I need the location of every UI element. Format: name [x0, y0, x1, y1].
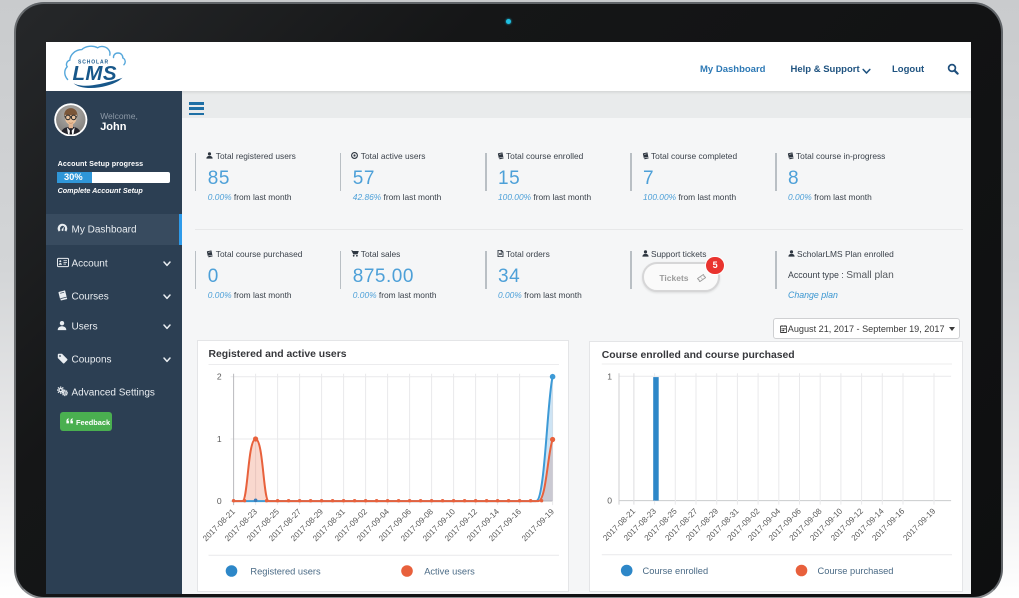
svg-text:Active users: Active users [424, 566, 475, 576]
svg-text:Course purchased: Course purchased [817, 566, 893, 576]
svg-text:0: 0 [217, 496, 222, 506]
svg-text:Course enrolled and course pur: Course enrolled and course purchased [601, 350, 794, 361]
svg-text:0: 0 [607, 496, 612, 506]
svg-text:Registered and active users: Registered and active users [209, 349, 347, 360]
svg-text:1: 1 [217, 434, 222, 444]
svg-text:2017-09-19: 2017-09-19 [520, 506, 556, 542]
svg-text:2: 2 [217, 371, 222, 381]
svg-text:LMS: LMS [73, 62, 117, 85]
svg-text:2017-09-19: 2017-09-19 [901, 506, 937, 542]
svg-text:Registered users: Registered users [250, 566, 321, 576]
svg-text:1: 1 [607, 371, 612, 381]
svg-text:Course enrolled: Course enrolled [642, 566, 708, 576]
